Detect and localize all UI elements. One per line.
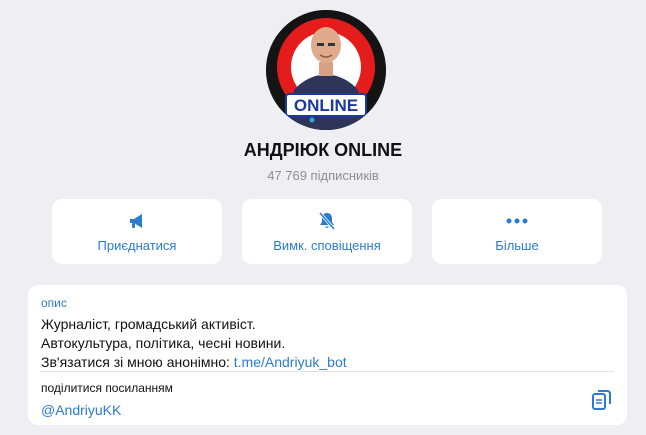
join-button[interactable]: Приєднатися (52, 199, 222, 264)
channel-title: АНДРІЮК ONLINE (243, 140, 403, 160)
contact-bot-link[interactable]: t.me/Andriyuk_bot (234, 354, 347, 370)
channel-avatar[interactable]: ONLINE (266, 10, 386, 130)
description-text: Журналіст, громадський активіст. Автокул… (41, 315, 347, 372)
share-link-label: поділитися посиланням (41, 381, 173, 395)
join-button-label: Приєднатися (97, 238, 177, 253)
contact-line: Зв'язатися зі мною анонімно: t.me/Andriy… (41, 353, 347, 372)
megaphone-icon (127, 210, 147, 232)
share-link[interactable]: @AndriyuKK (41, 402, 121, 418)
subscriber-count: 47 769 підписників (267, 168, 379, 183)
bell-off-icon (317, 210, 337, 232)
description-line: Автокультура, політика, чесні новини. (41, 335, 286, 351)
contact-text: Зв'язатися зі мною анонімно: (41, 354, 234, 370)
more-button-label: Більше (495, 238, 539, 253)
description-label: опис (41, 296, 67, 310)
divider (41, 371, 614, 372)
channel-info-card: опис Журналіст, громадський активіст. Ав… (28, 285, 627, 425)
description-line: Журналіст, громадський активіст. (41, 316, 256, 332)
mute-button-label: Вимк. сповіщення (273, 238, 381, 253)
more-dots-icon (506, 210, 528, 232)
avatar-badge-text: ONLINE (294, 96, 358, 115)
mute-notifications-button[interactable]: Вимк. сповіщення (242, 199, 412, 264)
copy-icon[interactable] (591, 388, 613, 412)
more-button[interactable]: Більше (432, 199, 602, 264)
